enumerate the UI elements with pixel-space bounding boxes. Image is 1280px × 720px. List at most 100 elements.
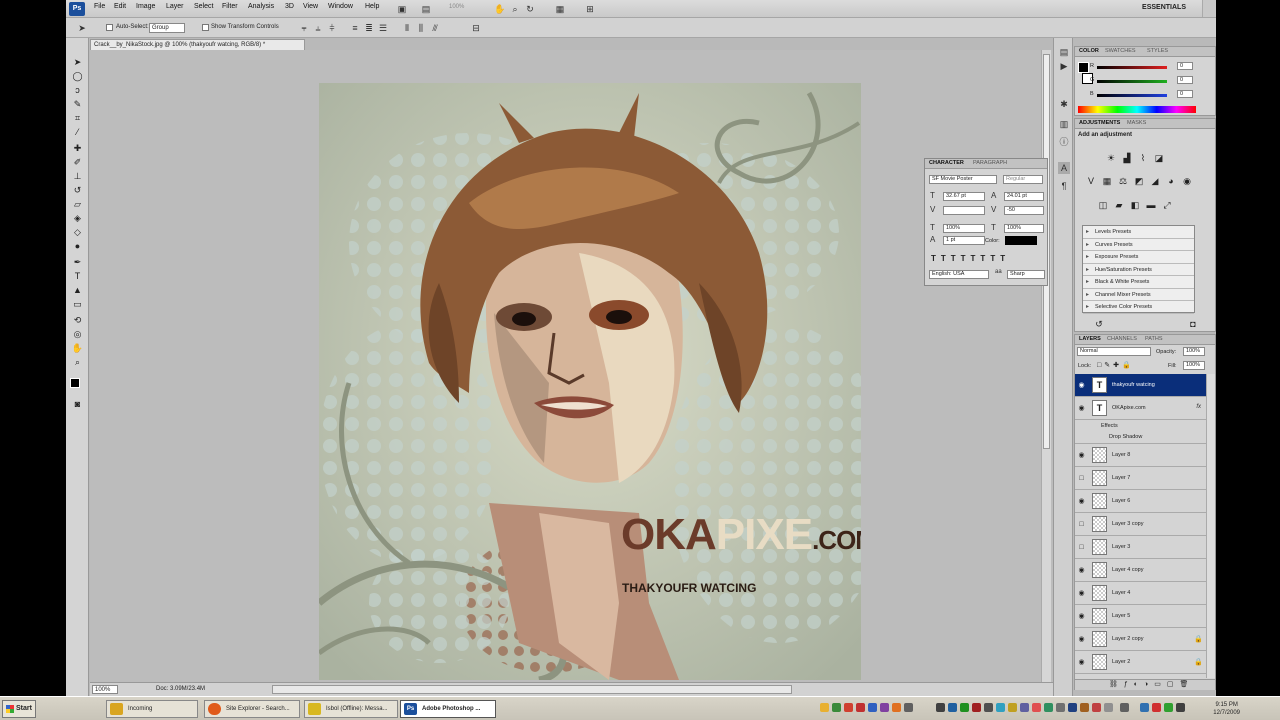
tray-app-icon[interactable] [996,703,1005,712]
menu-analysis[interactable]: Analysis [248,3,274,10]
tray-app-icon[interactable] [1032,703,1041,712]
quick-selection-tool-icon[interactable]: ✎ [71,98,84,110]
font-family-select[interactable]: SF Movie Poster [929,175,997,184]
layer-action-icons[interactable]: ⛓ƒ◐◑▭▢🗑 [1109,680,1194,688]
tray-app-icon[interactable] [832,703,841,712]
brightness-contrast-icon[interactable]: ☀ [1105,153,1117,164]
opacity-field[interactable]: 100% [1183,347,1205,356]
exposure-icon[interactable]: ◪ [1153,153,1165,164]
document-tab[interactable]: Crack__by_NikaStock.jpg @ 100% (thakyouf… [90,39,305,50]
3d-orbit-tool-icon[interactable]: ◎ [71,328,84,340]
lock-options-icon[interactable]: □✎✚🔒 [1097,361,1134,369]
threshold-icon[interactable]: ◧ [1129,200,1141,211]
menu-view[interactable]: View [303,3,318,10]
layer-row[interactable]: ◉ T thakyoufr watcing [1075,374,1206,397]
foreground-color-chip[interactable] [1078,62,1089,73]
tab-channels[interactable]: CHANNELS [1107,336,1137,342]
distribute-middle-icon[interactable]: ≣ [363,22,375,34]
language-select[interactable]: English: USA [929,270,989,279]
tray-app-icon[interactable] [868,703,877,712]
layer-row[interactable]: ◉ Layer 4 copy [1075,559,1206,582]
tray-app-icon[interactable] [1080,703,1089,712]
preset-item[interactable]: Levels Presets [1083,226,1194,239]
brush-tool-icon[interactable]: ✐ [71,156,84,168]
hand-tool-icon[interactable]: ✋ [494,3,506,15]
navigator-panel-icon[interactable]: ✱ [1058,98,1070,110]
visibility-empty-box[interactable]: □ [1077,474,1086,483]
tray-app-icon[interactable] [1164,703,1173,712]
visibility-eye-icon[interactable]: ◉ [1077,451,1086,460]
document-size[interactable]: Doc: 3.09M/23.4M [156,686,205,692]
fill-field[interactable]: 100% [1183,361,1205,370]
tab-character[interactable]: CHARACTER [929,160,964,166]
align-bottom-icon[interactable]: ⫩ [326,22,338,34]
align-middle-icon[interactable]: ⫨ [312,22,324,34]
tray-app-icon[interactable] [856,703,865,712]
tray-app-icon[interactable] [820,703,829,712]
tray-app-icon[interactable] [1020,703,1029,712]
blend-mode-select[interactable]: Normal [1077,347,1151,356]
paragraph-panel-icon[interactable]: ¶ [1058,180,1070,192]
horizontal-scale-field[interactable]: 100% [1004,224,1044,233]
move-tool-preset-icon[interactable]: ➤ [76,22,88,34]
tray-app-icon[interactable] [844,703,853,712]
hand-tool-icon[interactable]: ✋ [71,342,84,354]
layer-row[interactable]: ◉ Layer 6 [1075,490,1206,513]
visibility-eye-icon[interactable]: ◉ [1077,566,1086,575]
tray-app-icon[interactable] [984,703,993,712]
visibility-eye-icon[interactable]: ◉ [1077,381,1086,390]
tab-paragraph[interactable]: PARAGRAPH [973,160,1007,166]
tab-adjustments[interactable]: ADJUSTMENTS [1079,120,1120,126]
window-control[interactable] [1202,0,1216,17]
tray-app-icon[interactable] [936,703,945,712]
rotate-view-icon[interactable]: ↻ [524,3,536,15]
visibility-eye-icon[interactable]: ◉ [1077,635,1086,644]
preset-item[interactable]: Black & White Presets [1083,276,1194,289]
preset-item[interactable]: Channel Mixer Presets [1083,289,1194,301]
layers-scrollbar[interactable] [1206,374,1215,678]
info-panel-icon[interactable]: ⓘ [1058,136,1070,148]
levels-icon[interactable]: ▟ [1121,153,1133,164]
visibility-eye-icon[interactable]: ◉ [1077,612,1086,621]
layer-row[interactable]: □ Layer 7 [1075,467,1206,490]
visibility-empty-box[interactable]: □ [1077,520,1086,529]
posterize-icon[interactable]: ▰ [1113,200,1125,211]
font-size-field[interactable]: 32.67 pt [943,192,985,201]
tray-app-icon[interactable] [1140,703,1149,712]
character-panel-icon[interactable]: A [1058,162,1070,174]
channel-g-value[interactable]: 0 [1177,76,1193,84]
tab-paths[interactable]: PATHS [1145,336,1163,342]
dodge-tool-icon[interactable]: ● [71,240,84,252]
foreground-color-swatch[interactable] [70,378,80,388]
tracking-field[interactable]: -50 [1004,206,1044,215]
menu-filter[interactable]: Filter [222,3,238,10]
eyedropper-tool-icon[interactable]: ⁄ [71,126,84,138]
crop-tool-icon[interactable]: ⌗ [71,112,84,124]
photo-filter-icon[interactable]: ◢ [1149,176,1161,187]
zoom-field[interactable]: 100% [92,685,118,694]
curves-icon[interactable]: ⌇ [1137,153,1149,164]
layer-row[interactable]: ◉ Layer 8 [1075,444,1206,467]
zoom-level-menu[interactable]: 100% [449,4,464,10]
history-panel-icon[interactable]: ▤ [1058,46,1070,58]
blur-tool-icon[interactable]: ◇ [71,226,84,238]
return-to-list-icon[interactable]: ↺ [1093,319,1105,330]
baseline-shift-field[interactable]: 1 pt [943,236,985,245]
drop-shadow-label[interactable]: Drop Shadow [1109,434,1142,440]
tray-app-icon[interactable] [1120,703,1129,712]
tray-app-icon[interactable] [972,703,981,712]
menu-file[interactable]: File [94,3,105,10]
effects-label[interactable]: Effects [1101,423,1118,429]
layer-row[interactable]: ◉ Layer 4 [1075,582,1206,605]
tab-layers[interactable]: LAYERS [1079,336,1101,342]
menu-select[interactable]: Select [194,3,213,10]
channel-g-slider[interactable] [1097,80,1167,83]
tray-app-icon[interactable] [1104,703,1113,712]
channel-b-value[interactable]: 0 [1177,90,1193,98]
path-selection-tool-icon[interactable]: ▲ [71,284,84,296]
taskbar-item[interactable]: Incoming [106,700,198,718]
tray-app-icon[interactable] [1176,703,1185,712]
layer-row[interactable]: □ Layer 3 [1075,536,1206,559]
channel-b-slider[interactable] [1097,94,1167,97]
menu-help[interactable]: Help [365,3,379,10]
